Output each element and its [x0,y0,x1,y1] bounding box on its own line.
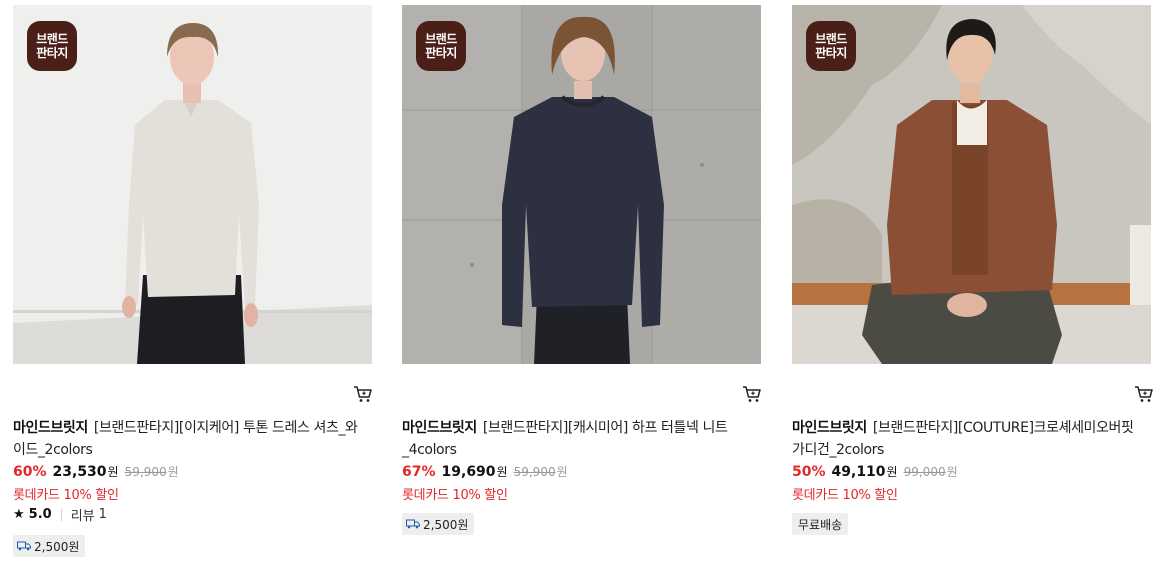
shipping-fee: 2,500원 [34,539,80,554]
price-row: 50% 49,110 원 99,000 원 [792,463,958,483]
product-card[interactable]: 브랜드 판타지 마인드브릿지 [브랜드판타지][COUTURE]크로셰세미오버핏가… [792,5,1153,535]
original-price: 59,900 [124,465,167,479]
cart-icon[interactable] [1134,385,1154,403]
original-currency-unit: 원 [167,465,179,479]
product-card[interactable]: 브랜드 판타지 마인드브릿지 [브랜드판타지][캐시미어] 하프 터틀넥 니트_4… [402,5,762,535]
sale-price: 23,530 [52,464,107,480]
brand-fantasy-badge: 브랜드 판타지 [416,21,466,71]
truck-icon [17,541,31,551]
free-shipping-tag: 무료배송 [792,513,849,535]
product-title[interactable]: 마인드브릿지 [브랜드판타지][캐시미어] 하프 터틀넥 니트_4colors [402,417,754,461]
brand-fantasy-badge: 브랜드 판타지 [27,21,77,71]
sale-price: 19,690 [441,464,496,480]
brand-name: 마인드브릿지 [402,420,477,436]
divider [60,508,62,521]
sale-price: 49,110 [831,464,886,480]
review-label: 리뷰 [70,509,95,524]
review-count: 1 [98,507,107,522]
discount-rate: 50% [792,464,826,480]
product-card[interactable]: 브랜드 판타지 마인드브릿지 [브랜드판타지][이지케어] 투톤 드레스 셔츠_와… [13,5,373,557]
brand-name: 마인드브릿지 [792,420,867,436]
currency-unit: 원 [107,465,119,479]
product-image[interactable]: 브랜드 판타지 [792,5,1151,364]
badge-line-1: 브랜드 [36,32,68,46]
product-image[interactable]: 브랜드 판타지 [13,5,372,364]
product-title[interactable]: 마인드브릿지 [브랜드판타지][COUTURE]크로셰세미오버핏가디건_2colo… [792,417,1144,461]
badge-line-1: 브랜드 [425,32,457,46]
original-currency-unit: 원 [556,465,568,479]
original-currency-unit: 원 [946,465,958,479]
shipping-fee-tag: 2,500원 [13,535,86,557]
product-grid: 브랜드 판타지 마인드브릿지 [브랜드판타지][이지케어] 투톤 드레스 셔츠_와… [13,5,1161,570]
product-image[interactable]: 브랜드 판타지 [402,5,761,364]
card-promo-text: 롯데카드 10% 할인 [13,488,119,503]
brand-name: 마인드브릿지 [13,420,88,436]
shipping-fee: 무료배송 [798,517,843,532]
cart-icon[interactable] [353,385,373,403]
product-title[interactable]: 마인드브릿지 [브랜드판타지][이지케어] 투톤 드레스 셔츠_와이드_2colo… [13,417,365,461]
card-promo-text: 롯데카드 10% 할인 [402,488,508,503]
original-price: 59,900 [513,465,556,479]
price-row: 60% 23,530 원 59,900 원 [13,463,179,483]
currency-unit: 원 [496,465,508,479]
badge-line-2: 판타지 [815,46,847,60]
badge-line-2: 판타지 [36,46,68,60]
card-promo-text: 롯데카드 10% 할인 [792,488,898,503]
shipping-fee-tag: 2,500원 [402,513,475,535]
shipping-fee: 2,500원 [423,517,469,532]
rating-score: 5.0 [28,507,52,522]
brand-fantasy-badge: 브랜드 판타지 [806,21,856,71]
original-price: 99,000 [903,465,946,479]
discount-rate: 67% [402,464,436,480]
star-icon: ★ [13,507,25,522]
price-row: 67% 19,690 원 59,900 원 [402,463,568,483]
badge-line-1: 브랜드 [815,32,847,46]
currency-unit: 원 [886,465,898,479]
truck-icon [406,519,420,529]
rating-row: ★ 5.0 리뷰 1 [13,505,107,524]
cart-icon[interactable] [742,385,762,403]
badge-line-2: 판타지 [425,46,457,60]
discount-rate: 60% [13,464,47,480]
